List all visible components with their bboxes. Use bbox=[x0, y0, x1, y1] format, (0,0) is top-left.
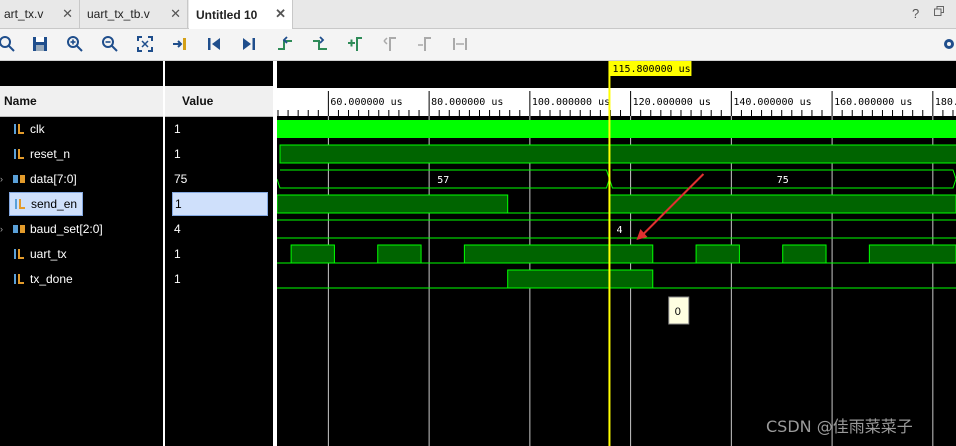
help-icon[interactable]: ? bbox=[912, 6, 919, 21]
previous-transition-icon[interactable] bbox=[276, 35, 294, 53]
tooltip-text: 0 bbox=[675, 306, 681, 318]
signal-value: 1 bbox=[174, 272, 181, 286]
tab-untitled-10[interactable]: Untitled 10 ✕ bbox=[189, 0, 293, 29]
name-column-header[interactable]: Name bbox=[0, 86, 163, 117]
signal-value: 1 bbox=[174, 122, 181, 136]
close-icon[interactable]: ✕ bbox=[275, 6, 286, 22]
baud-set-value: 4 bbox=[616, 225, 622, 236]
signal-value-panel: Value 1 1 75 1 4 1 1 bbox=[165, 86, 273, 446]
close-icon[interactable]: ✕ bbox=[62, 6, 73, 22]
ruler-tick-label: 180. bbox=[935, 97, 956, 108]
tab-art-tx[interactable]: art_tx.v ✕ bbox=[0, 0, 80, 28]
send-en-high bbox=[277, 194, 509, 214]
signal-row[interactable]: send_en bbox=[9, 192, 83, 216]
go-to-start-icon[interactable] bbox=[205, 35, 223, 53]
close-icon[interactable]: ✕ bbox=[170, 6, 181, 22]
tx-done-high bbox=[507, 269, 654, 289]
uart-tx-high bbox=[463, 244, 654, 264]
settings-icon[interactable] bbox=[940, 35, 956, 53]
add-marker-icon[interactable] bbox=[346, 35, 364, 53]
ruler-tick-label: 100.000000 us bbox=[532, 97, 610, 108]
bus-signal-icon bbox=[13, 175, 25, 183]
signal-row[interactable]: clk bbox=[12, 117, 45, 141]
ruler-tick-label: 80.000000 us bbox=[431, 97, 503, 108]
data-bus-value: 75 bbox=[777, 175, 789, 186]
reset-n-wave bbox=[279, 144, 956, 164]
ruler-tick-label: 160.000000 us bbox=[834, 97, 912, 108]
uart-tx-high bbox=[868, 244, 956, 264]
signal-value: 1 bbox=[174, 147, 181, 161]
zoom-out-icon[interactable] bbox=[101, 35, 119, 53]
signal-row[interactable]: reset_n bbox=[12, 142, 70, 166]
signal-value: 1 bbox=[172, 192, 268, 216]
editor-tab-bar: art_tx.v ✕ uart_tx_tb.v ✕ Untitled 10 ✕ … bbox=[0, 0, 956, 29]
panel-header-spacer bbox=[0, 61, 273, 86]
tab-label: Untitled 10 bbox=[196, 7, 258, 22]
send-en-high bbox=[608, 194, 956, 214]
clk-wave bbox=[277, 120, 956, 138]
expand-icon[interactable]: › bbox=[0, 224, 6, 234]
uart-tx-high bbox=[695, 244, 740, 264]
bus-signal-icon bbox=[13, 225, 25, 233]
zoom-in-icon[interactable] bbox=[66, 35, 84, 53]
watermark: CSDN @佳雨菜菜子 bbox=[766, 417, 913, 436]
waveform-toolbar bbox=[0, 29, 956, 61]
previous-marker-icon[interactable] bbox=[381, 35, 399, 53]
signal-row[interactable]: › data[7:0] bbox=[0, 167, 77, 191]
bit-signal-icon bbox=[15, 199, 25, 209]
uart-tx-high bbox=[290, 244, 335, 264]
signal-value: 1 bbox=[174, 247, 181, 261]
bit-signal-icon bbox=[14, 124, 24, 134]
restore-window-icon[interactable] bbox=[934, 6, 944, 16]
bit-signal-icon bbox=[14, 274, 24, 284]
uart-tx-high bbox=[782, 244, 827, 264]
value-column-header[interactable]: Value bbox=[165, 86, 273, 117]
zoom-fit-icon[interactable] bbox=[136, 35, 154, 53]
uart-tx-high bbox=[377, 244, 422, 264]
signal-name: clk bbox=[30, 122, 45, 136]
signal-name: data[7:0] bbox=[30, 172, 77, 186]
tab-uart-tx-tb[interactable]: uart_tx_tb.v ✕ bbox=[81, 0, 188, 28]
signal-row[interactable]: uart_tx bbox=[12, 242, 67, 266]
bit-signal-icon bbox=[14, 249, 24, 259]
signal-name: baud_set[2:0] bbox=[30, 222, 103, 236]
waveform-viewer[interactable]: 60.000000 us 80.000000 us 100.000000 us 120… bbox=[277, 61, 956, 446]
signal-value: 75 bbox=[174, 172, 188, 186]
cursor-time-label: 115.800000 us bbox=[612, 64, 690, 75]
signal-name: send_en bbox=[31, 197, 78, 211]
signal-name: uart_tx bbox=[30, 247, 67, 261]
ruler-tick-label: 60.000000 us bbox=[330, 97, 402, 108]
ruler-tick-label: 120.000000 us bbox=[633, 97, 711, 108]
tab-label: uart_tx_tb.v bbox=[87, 7, 150, 21]
save-icon[interactable] bbox=[31, 35, 49, 53]
go-to-end-icon[interactable] bbox=[240, 35, 258, 53]
signal-value: 4 bbox=[174, 222, 181, 236]
signal-row[interactable]: › baud_set[2:0] bbox=[0, 217, 103, 241]
go-to-cursor-icon[interactable] bbox=[170, 35, 188, 53]
next-transition-icon[interactable] bbox=[311, 35, 329, 53]
next-marker-icon[interactable] bbox=[416, 35, 434, 53]
signal-name: tx_done bbox=[30, 272, 73, 286]
bit-signal-icon bbox=[14, 149, 24, 159]
signal-name-panel: Name clk reset_n › data[7:0] send_en › baud_se… bbox=[0, 86, 163, 446]
expand-icon[interactable]: › bbox=[0, 174, 6, 184]
data-bus-value: 57 bbox=[437, 175, 449, 186]
swap-cursors-icon[interactable] bbox=[451, 35, 469, 53]
search-icon[interactable] bbox=[0, 35, 16, 53]
signal-name: reset_n bbox=[30, 147, 71, 161]
ruler-tick-label: 140.000000 us bbox=[733, 97, 811, 108]
signal-row[interactable]: tx_done bbox=[12, 267, 73, 291]
tab-label: art_tx.v bbox=[4, 7, 44, 21]
